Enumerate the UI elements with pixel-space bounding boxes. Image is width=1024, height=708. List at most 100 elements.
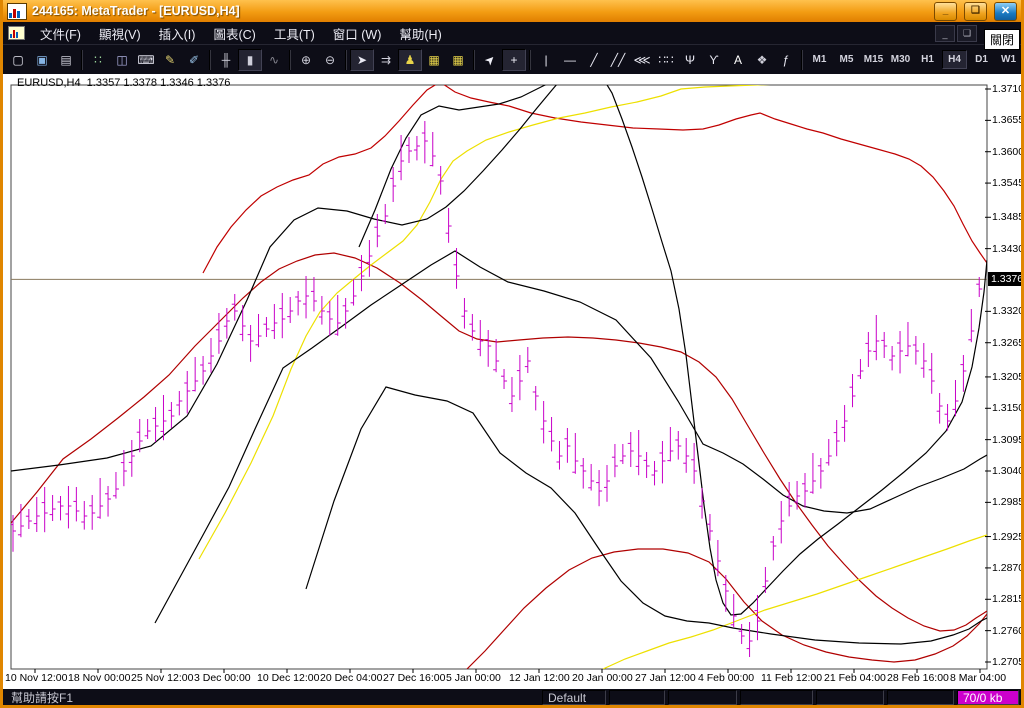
status-traffic: 70/0 kb (957, 690, 1019, 705)
navigator-icon: ◫ (116, 52, 128, 67)
timeframe-m30[interactable]: M30 (888, 50, 913, 69)
terminal-button[interactable]: ⌨ (134, 49, 158, 71)
chart-window-b-button[interactable]: ▦ (446, 49, 470, 71)
toolbar-separator (345, 49, 347, 70)
menu-bar: 文件(F) 顯視(V) 插入(I) 圖表(C) 工具(T) 窗口 (W) 幫助(H) _ ❏ (3, 22, 1021, 44)
cycle-lines-button[interactable]: ϒ (702, 49, 726, 71)
price-axis-label: 1.3320 (992, 305, 1021, 318)
trendline-icon: ╱ (590, 52, 598, 67)
print-button[interactable]: ▤ (54, 49, 78, 71)
trendline-button[interactable]: ╱ (582, 49, 606, 71)
crosshair-button[interactable]: + (502, 48, 526, 71)
price-axis-label: 1.3430 (992, 242, 1021, 255)
mdi-restore-button[interactable]: ❏ (957, 25, 977, 42)
timeframe-m1[interactable]: M1 (807, 50, 832, 69)
status-panel-0: Default (542, 690, 606, 705)
bar-chart-icon: ╫ (221, 52, 231, 67)
fibonacci-retracement-icon: ⋘ (633, 52, 651, 67)
price-chart-canvas[interactable] (3, 74, 1021, 689)
timeframe-m15[interactable]: M15 (861, 50, 886, 69)
restore-button[interactable]: ❏ (964, 1, 987, 21)
time-axis-label: 4 Feb 00:00 (698, 672, 755, 684)
close-tooltip: 關閉 (983, 29, 1020, 50)
toolbar-separator (209, 49, 211, 70)
arrow-objects-icon: ❖ (756, 52, 768, 67)
price-axis-label: 1.3655 (992, 114, 1021, 127)
mdi-minimize-button[interactable]: _ (935, 25, 955, 42)
profiles-button[interactable]: ▣ (30, 49, 54, 71)
price-axis-label: 1.3150 (992, 402, 1021, 415)
horizontal-line-button[interactable]: — (558, 49, 582, 71)
menu-item-0[interactable]: 文件(F) (31, 21, 90, 46)
expert-advisors-icon: ♟ (404, 52, 416, 67)
toolbar-separator (529, 49, 531, 70)
market-watch-button[interactable]: ∷ (86, 49, 110, 71)
cursor-button[interactable]: ➤ (478, 49, 502, 71)
grid-button[interactable]: ∷∷ (654, 49, 678, 71)
andrews-pitchfork-button[interactable]: Ψ (678, 49, 702, 71)
zoom-in-icon: ⊕ (300, 52, 312, 67)
price-axis-label: 1.2760 (992, 624, 1021, 637)
line-chart-icon: ∿ (268, 52, 280, 67)
chart-shift-button[interactable]: ⇉ (374, 49, 398, 71)
text-label-icon: A (733, 52, 742, 67)
timeframe-h4[interactable]: H4 (942, 50, 967, 69)
andrews-pitchfork-icon: Ψ (684, 52, 696, 67)
chart-window-b-icon: ▦ (452, 52, 464, 67)
candlestick-chart-button[interactable]: ▮ (238, 48, 262, 71)
minimize-button[interactable]: _ (934, 1, 957, 21)
ohlc-label: EURUSD,H4 1.3357 1.3378 1.3346 1.3376 (17, 77, 231, 89)
price-axis-label: 1.3600 (992, 145, 1021, 158)
menu-item-1[interactable]: 顯視(V) (90, 21, 150, 46)
equidistant-channel-button[interactable]: ╱╱ (606, 49, 630, 71)
candlestick-chart-icon: ▮ (246, 52, 254, 67)
menu-item-5[interactable]: 窗口 (W) (324, 21, 391, 46)
crosshair-icon: + (510, 52, 518, 67)
close-button[interactable]: ✕ (994, 1, 1017, 21)
chart-area[interactable]: EURUSD,H4 1.3357 1.3378 1.3346 1.3376 1.… (3, 74, 1021, 689)
menu-item-6[interactable]: 幫助(H) (390, 21, 450, 46)
bar-chart-button[interactable]: ╫ (214, 49, 238, 71)
arrow-objects-button[interactable]: ❖ (750, 49, 774, 71)
chart-mdi-icon[interactable] (8, 26, 25, 40)
indicators-button[interactable]: ƒ (774, 49, 798, 71)
status-panel-4 (816, 690, 884, 705)
window-title: 244165: MetaTrader - [EURUSD,H4] (32, 4, 240, 18)
toolbar: ▢ ▣ ▤ ∷ ◫ ⌨ ✎ ✐ ╫ ▮ ∿ ⊕ ⊖ ➤ ⇉ ♟ ▦ ▦ ➤ + | — ╱ ╱╱ ⋘ ∷∷ Ψ ϒ A ❖ ƒ M1 M5 M1… (3, 44, 1021, 74)
equidistant-channel-icon: ╱╱ (610, 52, 626, 67)
line-chart-button[interactable]: ∿ (262, 49, 286, 71)
new-order-button[interactable]: ✎ (158, 49, 182, 71)
zoom-in-button[interactable]: ⊕ (294, 49, 318, 71)
time-axis-label: 12 Jan 12:00 (509, 672, 570, 684)
menu-item-4[interactable]: 工具(T) (265, 21, 324, 46)
chart-window-a-button[interactable]: ▦ (422, 49, 446, 71)
toolbar-separator (801, 49, 803, 70)
new-chart-button[interactable]: ▢ (6, 49, 30, 71)
cursor-icon: ➤ (481, 50, 499, 69)
time-axis-label: 20 Dec 04:00 (320, 672, 383, 684)
time-axis-label: 21 Feb 04:00 (824, 672, 886, 684)
timeframe-m5[interactable]: M5 (834, 50, 859, 69)
text-label-button[interactable]: A (726, 49, 750, 71)
time-axis-label: 8 Mar 04:00 (950, 672, 1007, 684)
metaeditor-button[interactable]: ✐ (182, 49, 206, 71)
toolbar-separator (289, 49, 291, 70)
timeframe-w1[interactable]: W1 (996, 50, 1021, 69)
auto-scroll-button[interactable]: ➤ (350, 48, 374, 71)
zoom-out-button[interactable]: ⊖ (318, 49, 342, 71)
fibonacci-retracement-button[interactable]: ⋘ (630, 49, 654, 71)
status-help-text: 幫助請按F1 (11, 691, 74, 705)
timeframe-h1[interactable]: H1 (915, 50, 940, 69)
toolbar-separator (81, 49, 83, 70)
vertical-line-button[interactable]: | (534, 49, 558, 71)
menu-item-3[interactable]: 圖表(C) (204, 21, 264, 46)
navigator-button[interactable]: ◫ (110, 49, 134, 71)
terminal-icon: ⌨ (137, 52, 155, 67)
timeframe-d1[interactable]: D1 (969, 50, 994, 69)
auto-scroll-icon: ➤ (356, 52, 368, 67)
metatrader-window: 244165: MetaTrader - [EURUSD,H4] _ ❏ ✕ 文… (0, 0, 1024, 708)
menu-item-2[interactable]: 插入(I) (150, 21, 205, 46)
time-axis-label: 10 Nov 12:00 (5, 672, 68, 684)
chart-window-a-icon: ▦ (428, 52, 440, 67)
expert-advisors-button[interactable]: ♟ (398, 48, 422, 71)
